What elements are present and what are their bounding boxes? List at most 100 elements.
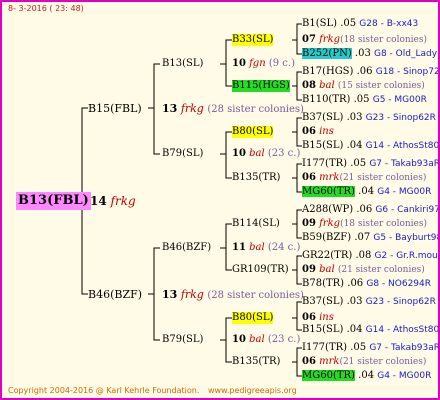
gen4-row-13: B15(SL) .04 G14 - AthosSt80R xyxy=(302,324,440,336)
gen2-id-3: B79(SL) xyxy=(162,334,204,345)
gen3-num-7: 06 xyxy=(302,356,316,367)
gen1-id-0: B15(FBL) xyxy=(88,102,142,115)
gen3-tag-3: mrk xyxy=(319,172,340,183)
gen4-val-9: .07 xyxy=(354,232,371,243)
gen3-note-4: (18 sister colonies) xyxy=(340,219,427,229)
gen2-num-1: 10 xyxy=(232,148,246,159)
gen4-id-14: I177(TR) xyxy=(302,342,348,353)
gen4-id-6: I177(TR) xyxy=(302,158,348,169)
gen3-info-3: 06 mrk(21 sister colonies) xyxy=(302,172,426,184)
gen4-code-10: G2 - Gr.R.mounta xyxy=(374,251,438,261)
gen3-tag-6: ins xyxy=(319,312,334,323)
gen1-note-0: (28 sister colonies) xyxy=(207,104,304,115)
gen1-tag-0: frkg xyxy=(180,102,204,115)
gen4-row-7: MG60(TR) .04 G4 - MG00R xyxy=(302,186,431,198)
gen4-val-0: .05 xyxy=(340,18,357,29)
gen3-tag-1: bal xyxy=(319,80,335,91)
gen4-code-12: G23 - Sinop62R xyxy=(365,297,436,307)
gen4-code-1: G8 - Old_Lady xyxy=(374,49,438,59)
gen2-num-2: 11 xyxy=(232,242,246,253)
gen4-val-3: .05 xyxy=(353,94,370,105)
gen4-row-9: B59(BZF) .07 G5 - Bayburt98-3 xyxy=(302,232,438,244)
gen3-num-4: 09 xyxy=(302,218,316,229)
gen4-val-10: .08 xyxy=(355,250,372,261)
gen3-note-1: (15 sister colonies) xyxy=(337,81,425,91)
gen4-id-8: A288(WP) xyxy=(302,204,354,215)
root-queen-id: B13(FBL) xyxy=(16,192,91,210)
gen3-info-2: 06 ins xyxy=(302,126,334,138)
copyright: Copyright 2004-2016 @ Karl Kehrle Founda… xyxy=(8,386,200,395)
gen3-id-2: B80(SL) xyxy=(232,126,274,138)
gen4-row-1: B252(PN) .03 G8 - Old_Lady xyxy=(302,48,437,60)
gen4-id-13: B15(SL) xyxy=(302,324,344,335)
gen1-note-1: (28 sister colonies) xyxy=(207,290,304,301)
gen2-id-0: B13(SL) xyxy=(162,58,204,69)
gen4-val-13: .04 xyxy=(346,324,363,335)
gen3-tag-7: mrk xyxy=(319,356,340,367)
gen4-row-5: B15(SL) .04 G14 - AthosSt80R xyxy=(302,140,440,152)
gen4-val-11: .06 xyxy=(347,278,364,289)
gen3-num-6: 06 xyxy=(302,312,316,323)
gen4-code-14: G7 - Takab93aR xyxy=(369,343,440,353)
root-info: 14 frkg xyxy=(90,194,136,208)
gen3-info-6: 06 ins xyxy=(302,312,334,324)
gen4-code-15: G4 - MG00R xyxy=(377,371,432,381)
gen4-code-5: G14 - AthosSt80R xyxy=(365,141,440,151)
gen2-info-3: 10 bal (23 c.) xyxy=(232,334,300,346)
gen4-code-13: G14 - AthosSt80R xyxy=(365,325,440,335)
root-num: 14 xyxy=(90,194,107,208)
gen4-id-3: B110(TR) xyxy=(302,94,351,105)
gen3-info-5: 09 bal (21 sister colonies) xyxy=(302,264,425,276)
gen4-val-14: .05 xyxy=(350,342,367,353)
gen4-row-10: GR22(TR) .08 G2 - Gr.R.mounta xyxy=(302,250,438,262)
gen1-num-0: 13 xyxy=(162,102,178,115)
gen4-row-8: A288(WP) .06 G6 - Cankiri97Q xyxy=(302,204,440,216)
gen2-tag-3: bal xyxy=(249,334,265,345)
gen3-info-0: 07 frkg(18 sister colonies) xyxy=(302,34,427,46)
website-link[interactable]: www.pedigreeapis.org xyxy=(208,386,297,395)
gen4-val-5: .04 xyxy=(346,140,363,151)
gen2-note-2: (24 c.) xyxy=(267,242,301,253)
root-tag: frkg xyxy=(110,194,136,208)
gen1-id-1: B46(BZF) xyxy=(88,288,143,301)
gen4-row-4: B37(SL) .03 G23 - Sinop62R xyxy=(302,112,436,124)
gen3-tag-5: bal xyxy=(319,264,335,275)
gen4-val-4: .03 xyxy=(346,112,363,123)
gen3-id-5: GR109(TR) xyxy=(232,264,289,275)
gen3-note-7: (21 sister colonies) xyxy=(339,357,427,367)
gen3-id-6: B80(SL) xyxy=(232,312,274,324)
gen2-info-0: 10 fgn (9 c.) xyxy=(232,58,295,70)
gen2-info-1: 10 bal (23 c.) xyxy=(232,148,300,160)
gen4-code-11: G8 - NO6294R xyxy=(366,279,432,289)
gen4-val-15: .04 xyxy=(358,370,375,381)
gen1-num-1: 13 xyxy=(162,288,178,301)
gen3-num-3: 06 xyxy=(302,172,316,183)
gen2-note-1: (23 c.) xyxy=(267,148,301,159)
gen2-note-3: (23 c.) xyxy=(267,334,301,345)
gen4-row-6: I177(TR) .05 G7 - Takab93aR xyxy=(302,158,438,170)
gen4-row-12: B37(SL) .03 G23 - Sinop62R xyxy=(302,296,436,308)
gen3-id-3: B135(TR) xyxy=(232,172,281,183)
gen4-id-12: B37(SL) xyxy=(302,296,344,307)
gen4-code-4: G23 - Sinop62R xyxy=(365,113,436,123)
pedigree-chart: 8- 3-2016 ( 23: 48) B13(FBL) 14 frkg B15… xyxy=(0,0,440,400)
gen3-note-5: (21 sister colonies) xyxy=(337,265,425,275)
gen4-id-5: B15(SL) xyxy=(302,140,344,151)
gen4-id-7: MG60(TR) xyxy=(302,186,355,197)
gen3-id-4: B114(SL) xyxy=(232,218,280,229)
gen3-num-0: 07 xyxy=(302,34,316,45)
gen1-tag-1: frkg xyxy=(180,288,204,301)
gen2-id-1: B79(SL) xyxy=(162,148,204,159)
gen4-id-0: B1(SL) xyxy=(302,18,338,29)
gen2-tag-0: fgn xyxy=(249,58,266,69)
gen2-id-2: B46(BZF) xyxy=(162,242,212,253)
gen2-tag-1: bal xyxy=(249,148,265,159)
gen2-tag-2: bal xyxy=(249,242,265,253)
gen3-info-1: 08 bal (15 sister colonies) xyxy=(302,80,425,92)
gen4-val-8: .06 xyxy=(356,204,373,215)
gen2-info-2: 11 bal (24 c.) xyxy=(232,242,300,254)
gen4-val-2: .06 xyxy=(356,66,373,77)
gen4-row-0: B1(SL) .05 G28 - B-xx43 xyxy=(302,18,418,30)
gen4-code-8: G6 - Cankiri97Q xyxy=(375,205,440,215)
gen3-info-4: 09 frkg(18 sister colonies) xyxy=(302,218,427,230)
